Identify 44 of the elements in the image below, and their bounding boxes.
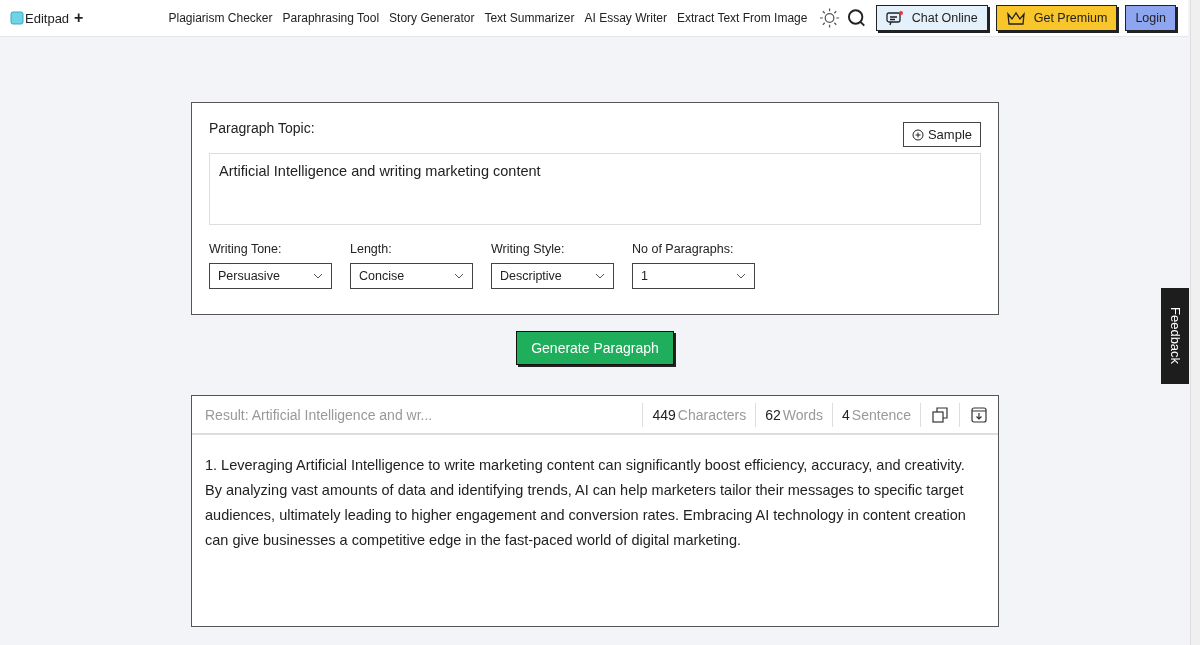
topic-input-field[interactable]: Artificial Intelligence and writing marketing content	[209, 153, 981, 225]
chat-bubble-icon	[885, 10, 904, 26]
stat-count: 62	[765, 406, 781, 423]
sample-button[interactable]: Sample	[902, 122, 981, 147]
feedback-tab[interactable]: Feedback	[1161, 288, 1189, 384]
result-paragraph: 1. Leveraging Artificial Intelligence to write marketing content can significantly boost efficiency, accuracy, and creativity. By analyzing vast amounts of data and identifying trends, AI can help marketers tailor their messages to specific target audiences, ultimately leading to higher engagement and conversion rates. Embracing AI technology in content creation can give businesses a competitive edge in the fast-paced world of digital marketing.	[204, 456, 967, 550]
plus-circle-icon	[911, 128, 924, 141]
nav-link[interactable]: Extract Text From Image	[676, 11, 808, 25]
notepad-icon	[10, 11, 24, 25]
result-title: Result: Artificial Intelligence and wr...	[205, 406, 434, 423]
dropdown[interactable]: Descriptive	[491, 263, 614, 289]
stat-count: 4	[842, 406, 850, 423]
get-premium-button[interactable]: Get Premium	[995, 5, 1118, 31]
stat-label: Words	[782, 406, 824, 423]
stat-label: Characters	[677, 406, 747, 423]
sun-icon[interactable]	[819, 7, 841, 29]
dropdown[interactable]: Persuasive	[209, 263, 332, 289]
search-icon[interactable]	[846, 8, 866, 28]
nav-link[interactable]: Text Summarizer	[484, 11, 575, 25]
nav-link[interactable]: Paraphrasing Tool	[282, 11, 380, 25]
crown-icon	[1005, 11, 1026, 25]
select-label: No of Paragraphs:	[632, 242, 735, 256]
select-label: Writing Style:	[491, 242, 566, 256]
nav-link[interactable]: Plagiarism Checker	[168, 11, 273, 25]
select-label: Length:	[350, 242, 393, 256]
scrollbar[interactable]	[1190, 0, 1200, 645]
chevron-down-icon	[595, 273, 605, 279]
chevron-down-icon	[313, 273, 323, 279]
chevron-down-icon	[736, 273, 746, 279]
dropdown[interactable]: Concise	[350, 263, 473, 289]
logo-text[interactable]: Editpad	[25, 10, 70, 26]
plus-symbol[interactable]: +	[74, 9, 84, 27]
chevron-down-icon	[454, 273, 464, 279]
stat-count: 449	[652, 406, 676, 423]
copy-icon[interactable]	[932, 406, 948, 423]
topic-label: Paragraph Topic:	[209, 120, 315, 136]
select-label: Writing Tone:	[209, 242, 283, 256]
download-icon[interactable]	[971, 406, 987, 423]
nav-link[interactable]: Story Generator	[389, 11, 475, 25]
chat-online-button[interactable]: Chat Online	[875, 5, 988, 31]
login-button[interactable]: Login	[1125, 5, 1176, 31]
stat-label: Sentence	[851, 406, 911, 423]
nav-link[interactable]: AI Essay Writer	[584, 11, 667, 25]
dropdown[interactable]: 1	[632, 263, 755, 289]
